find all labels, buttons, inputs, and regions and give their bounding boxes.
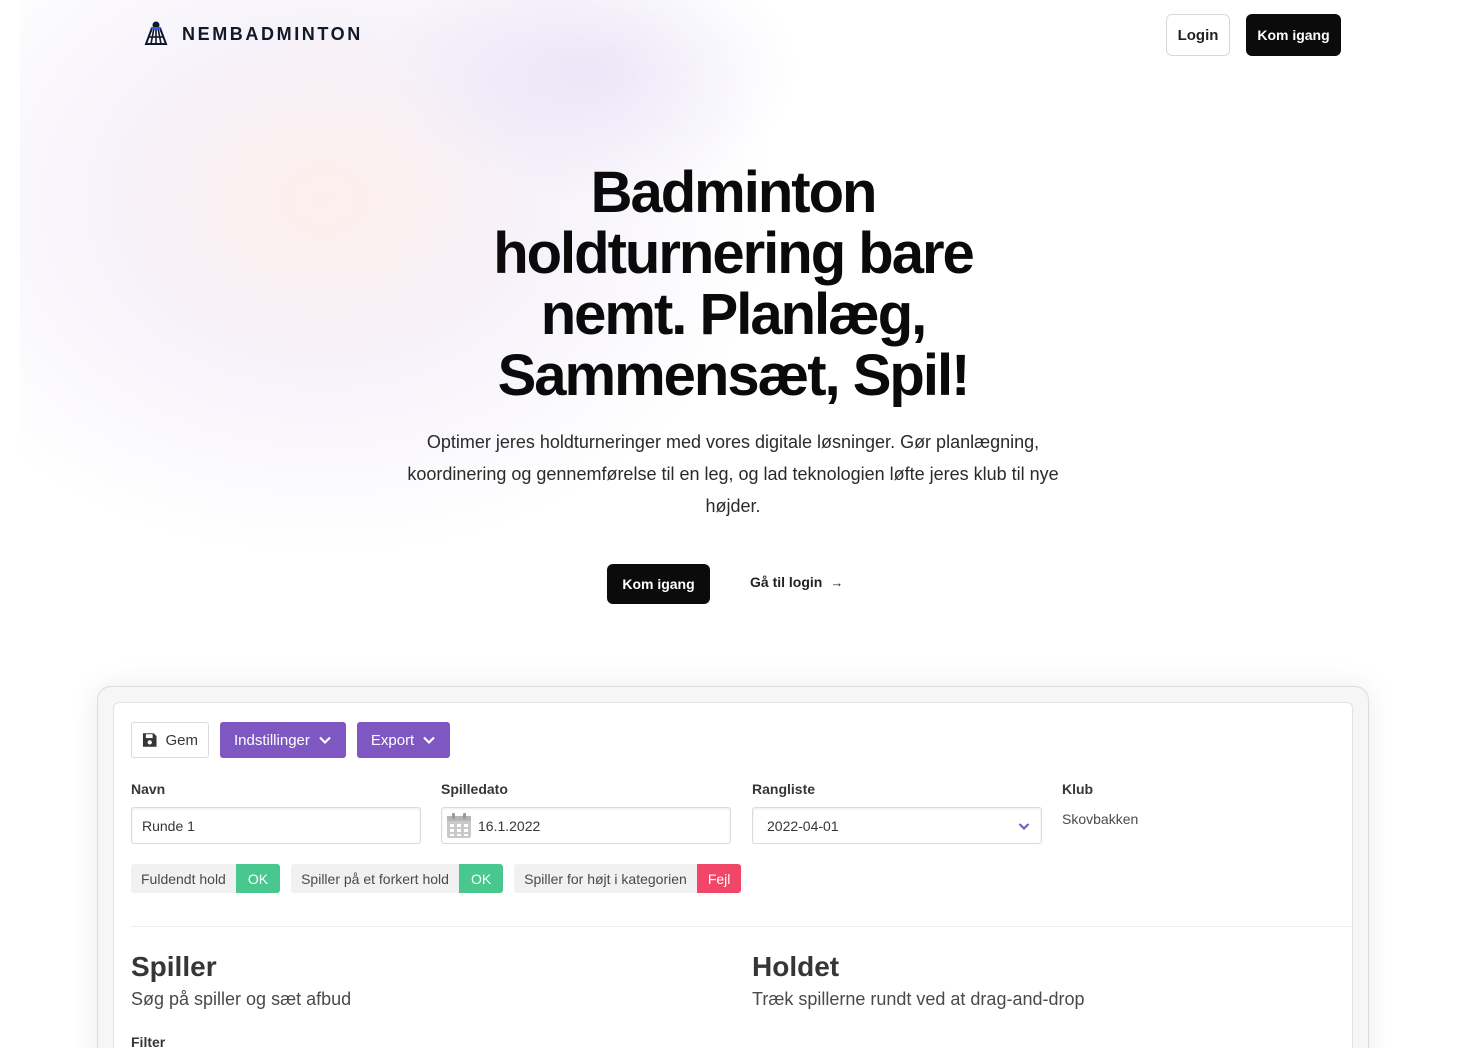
arrow-right-icon: → [830,574,844,590]
calendar-icon [447,812,471,838]
status-badge: OK [458,864,504,893]
app-preview-window: Gem Indstillinger Export Navn Runde 1 Sp… [113,702,1353,1048]
filter-label: Filter [131,1034,166,1048]
shuttlecock-icon [144,21,168,45]
name-input-value: Runde 1 [142,817,195,834]
team-section-title: Holdet [752,951,840,982]
export-button-label: Export [370,731,415,749]
ranking-field-label: Rangliste [752,781,816,797]
chevron-down-icon [319,736,331,745]
hero-get-started-button[interactable]: Kom igang [607,564,710,604]
validation-tag-name: Spiller for højt i kategorien [514,864,697,893]
save-button-label: Gem [165,731,198,749]
chevron-down-icon [1018,822,1030,830]
hero-login-link[interactable]: Gå til login → [750,574,843,590]
floppy-disk-icon [142,733,157,747]
date-field: Spilledato 16.1.2022 [441,781,731,844]
app-toolbar: Gem Indstillinger Export [131,722,451,758]
players-section-title: Spiller [131,951,217,982]
chevron-down-icon [423,736,436,745]
players-section-subtitle: Søg på spiller og sæt afbud [131,989,352,1009]
hero-subtitle: Optimer jeres holdturneringer med vores … [407,432,1059,516]
hero-login-link-label: Gå til login [750,574,823,590]
date-input[interactable]: 16.1.2022 [441,807,731,844]
validation-tag-name: Fuldendt hold [131,864,236,893]
status-badge: Fejl [696,864,742,893]
club-field-label: Klub [1062,781,1094,797]
ranking-select-value: 2022-04-01 [767,817,839,834]
brand-name: NEMBADMINTON [182,23,363,44]
ranking-field: Rangliste 2022-04-01 [752,781,1042,844]
get-started-button[interactable]: Kom igang [1246,14,1341,56]
settings-button-label: Indstillinger [234,731,310,749]
export-dropdown-button[interactable]: Export [356,722,451,758]
save-button[interactable]: Gem [131,722,209,758]
name-input[interactable]: Runde 1 [131,807,421,844]
name-field: Navn Runde 1 [131,781,421,844]
ranking-select[interactable]: 2022-04-01 [752,807,1042,844]
validation-tag: Spiller på et forkert hold OK [291,864,504,893]
name-field-label: Navn [131,781,166,797]
validation-tag-name: Spiller på et forkert hold [291,864,459,893]
status-badge: OK [235,864,281,893]
date-field-label: Spilledato [441,781,508,797]
validation-tag: Fuldendt hold OK [131,864,281,893]
login-button[interactable]: Login [1166,14,1230,56]
section-divider [131,926,1351,927]
top-navbar: NEMBADMINTON Login Kom igang [0,0,1466,70]
validation-tag: Spiller for højt i kategorien Fejl [514,864,742,893]
settings-dropdown-button[interactable]: Indstillinger [220,722,346,758]
club-field: Klub Skovbakken [1062,781,1352,827]
team-section-subtitle: Træk spillerne rundt ved at drag-and-dro… [752,989,1085,1009]
hero-title: Badminton holdturnering bare nemt. Planl… [493,160,975,408]
date-input-value: 16.1.2022 [478,817,541,834]
app-preview-frame: Gem Indstillinger Export Navn Runde 1 Sp… [97,686,1369,1048]
club-value: Skovbakken [1062,811,1139,827]
validation-tags: Fuldendt hold OK Spiller på et forkert h… [131,864,742,893]
brand-logo-link[interactable]: NEMBADMINTON [142,20,363,48]
